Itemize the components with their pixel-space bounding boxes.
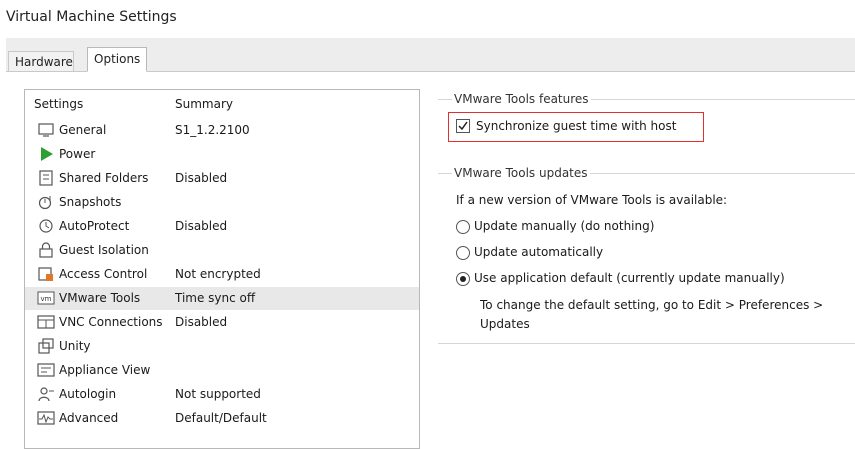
list-item-summary: Disabled bbox=[175, 171, 228, 185]
list-item-label: Power bbox=[59, 147, 96, 161]
list-item-summary: S1_1.2.2100 bbox=[175, 123, 250, 137]
radio-update-manually-label[interactable]: Update manually (do nothing) bbox=[474, 219, 654, 233]
list-item-autoprotect[interactable]: AutoProtect Disabled bbox=[25, 215, 419, 238]
tab-hardware[interactable]: Hardware bbox=[8, 51, 74, 71]
list-item-autologin[interactable]: Autologin Not supported bbox=[25, 383, 419, 406]
list-item-advanced[interactable]: Advanced Default/Default bbox=[25, 407, 419, 430]
radio-use-app-default-label[interactable]: Use application default (currently updat… bbox=[474, 271, 785, 285]
list-item-label: VMware Tools bbox=[59, 291, 141, 305]
tab-options[interactable]: Options bbox=[87, 47, 147, 72]
general-icon bbox=[37, 122, 55, 138]
list-item-label: Snapshots bbox=[59, 195, 122, 209]
sync-time-label[interactable]: Synchronize guest time with host bbox=[476, 119, 676, 133]
list-item-unity[interactable]: Unity bbox=[25, 335, 419, 358]
list-item-access-control[interactable]: Access Control Not encrypted bbox=[25, 263, 419, 286]
shared-folders-icon bbox=[37, 170, 55, 186]
radio-use-app-default[interactable] bbox=[456, 272, 470, 286]
list-item-label: Unity bbox=[59, 339, 91, 353]
radio-update-manually[interactable] bbox=[456, 220, 470, 234]
list-item-snapshots[interactable]: Snapshots bbox=[25, 191, 419, 214]
list-item-label: Access Control bbox=[59, 267, 148, 281]
list-item-guest-isolation[interactable]: Guest Isolation bbox=[25, 239, 419, 262]
list-item-label: Advanced bbox=[59, 411, 119, 425]
updates-note-line2: Updates bbox=[480, 317, 530, 331]
settings-column-header[interactable]: Settings bbox=[34, 97, 83, 111]
list-item-vmware-tools[interactable]: vm VMware Tools Time sync off bbox=[25, 287, 419, 310]
list-item-summary: Not encrypted bbox=[175, 267, 261, 281]
advanced-icon bbox=[37, 410, 55, 426]
list-item-power[interactable]: Power bbox=[25, 143, 419, 166]
appliance-view-icon bbox=[37, 362, 55, 378]
list-item-label: Shared Folders bbox=[59, 171, 149, 185]
summary-column-header[interactable]: Summary bbox=[175, 97, 233, 111]
sync-time-checkbox[interactable] bbox=[456, 119, 470, 133]
snapshots-icon bbox=[37, 194, 55, 210]
list-item-label: Guest Isolation bbox=[59, 243, 149, 257]
list-item-summary: Disabled bbox=[175, 219, 228, 233]
list-item-general[interactable]: General S1_1.2.2100 bbox=[25, 119, 419, 142]
features-group-title: VMware Tools features bbox=[452, 92, 591, 106]
updates-note-line1: To change the default setting, go to Edi… bbox=[480, 298, 824, 312]
list-item-label: Appliance View bbox=[59, 363, 151, 377]
power-icon bbox=[37, 146, 55, 162]
list-item-appliance-view[interactable]: Appliance View bbox=[25, 359, 419, 382]
autoprotect-icon bbox=[37, 218, 55, 234]
list-item-summary: Time sync off bbox=[175, 291, 256, 305]
list-item-summary: Not supported bbox=[175, 387, 261, 401]
autologin-icon bbox=[37, 386, 55, 402]
list-item-vnc-connections[interactable]: VNC Connections Disabled bbox=[25, 311, 419, 334]
vnc-icon bbox=[37, 314, 55, 330]
list-item-label: General bbox=[59, 123, 107, 137]
checkmark-icon bbox=[458, 121, 468, 131]
updates-prompt: If a new version of VMware Tools is avai… bbox=[456, 193, 728, 207]
radio-update-automatically-label[interactable]: Update automatically bbox=[474, 245, 603, 259]
list-item-shared-folders[interactable]: Shared Folders Disabled bbox=[25, 167, 419, 190]
list-item-label: VNC Connections bbox=[59, 315, 163, 329]
list-item-label: Autologin bbox=[59, 387, 117, 401]
radio-update-automatically[interactable] bbox=[456, 246, 470, 260]
unity-icon bbox=[37, 338, 55, 354]
window-title: Virtual Machine Settings bbox=[6, 9, 177, 25]
lock-icon bbox=[37, 242, 55, 258]
vmware-tools-icon: vm bbox=[37, 290, 55, 306]
list-item-summary: Default/Default bbox=[175, 411, 267, 425]
list-item-summary: Disabled bbox=[175, 315, 228, 329]
svg-text:vm: vm bbox=[41, 295, 52, 303]
list-item-label: AutoProtect bbox=[59, 219, 130, 233]
access-control-icon bbox=[37, 266, 55, 282]
updates-group-title: VMware Tools updates bbox=[452, 166, 590, 180]
updates-group-bottom bbox=[438, 343, 855, 344]
